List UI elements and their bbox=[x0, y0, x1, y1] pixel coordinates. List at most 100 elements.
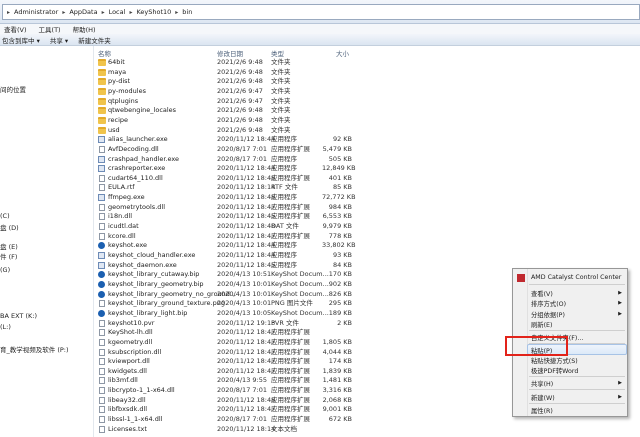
column-name[interactable]: 名称 bbox=[98, 48, 111, 58]
context-menu-item[interactable]: 排序方式(O) bbox=[531, 299, 566, 308]
file-name: crashreporter.exe bbox=[108, 164, 166, 173]
file-row[interactable]: icudtl.dat 2020/11/12 18:48 DAT 文件 9,979 KB bbox=[94, 222, 640, 231]
breadcrumb-item[interactable]: Administrator bbox=[14, 8, 58, 16]
file-name: cudart64_110.dll bbox=[108, 173, 163, 182]
include-in-library-button[interactable]: 包含到库中 ▾ bbox=[2, 35, 40, 45]
file-size: 1,481 KB bbox=[322, 376, 352, 385]
column-size[interactable]: 大小 bbox=[336, 48, 349, 58]
file-row[interactable]: i18n.dll 2020/11/12 18:45 应用程序扩展 6,553 KB bbox=[94, 212, 640, 221]
file-row[interactable]: usd 2021/2/6 9:48 文件夹 bbox=[94, 126, 640, 135]
nav-item[interactable]: 盘 (D) bbox=[0, 222, 19, 232]
file-size: 3,316 KB bbox=[322, 386, 352, 395]
file-type: 应用程序扩展 bbox=[271, 144, 310, 153]
file-date: 2020/11/12 18:48 bbox=[217, 395, 276, 404]
file-row[interactable]: ffmpeg.exe 2020/11/12 18:48 应用程序 72,772 KB bbox=[94, 193, 640, 202]
nav-item[interactable]: (G) bbox=[0, 266, 10, 274]
file-date: 2020/8/17 7:01 bbox=[217, 386, 267, 395]
new-folder-button[interactable]: 新建文件夹 bbox=[78, 35, 111, 45]
file-row[interactable]: 64bit 2021/2/6 9:48 文件夹 bbox=[94, 58, 640, 67]
file-row[interactable]: keyshot_cloud_handler.exe 2020/11/12 18:4… bbox=[94, 251, 640, 260]
file-type: 应用程序 bbox=[271, 193, 297, 202]
file-size: 778 KB bbox=[328, 231, 352, 240]
file-row[interactable]: qtplugins 2021/2/6 9:47 文件夹 bbox=[94, 97, 640, 106]
file-size: 2 KB bbox=[337, 318, 352, 327]
file-row[interactable]: crashreporter.exe 2020/11/12 18:44 应用程序 12,… bbox=[94, 164, 640, 173]
menu-item[interactable]: 查看(V) bbox=[4, 24, 27, 34]
breadcrumb-arrow[interactable]: ▸ bbox=[175, 9, 178, 16]
breadcrumb-item[interactable]: bin bbox=[182, 8, 192, 16]
breadcrumb-arrow[interactable]: ▸ bbox=[7, 9, 10, 16]
nav-item[interactable]: 育_教学视频及软件 (P:) bbox=[0, 344, 69, 354]
file-date: 2020/8/17 7:01 bbox=[217, 415, 267, 424]
file-row[interactable]: py-dist 2021/2/6 9:48 文件夹 bbox=[94, 77, 640, 86]
file-row[interactable]: alias_launcher.exe 2020/11/12 18:44 应用程序 92… bbox=[94, 135, 640, 144]
context-menu-item[interactable]: 极速PDF转Word bbox=[531, 366, 578, 375]
file-row[interactable]: crashpad_handler.exe 2020/8/17 7:01 应用程序 50… bbox=[94, 155, 640, 164]
context-menu-item[interactable]: 分组依据(P) bbox=[531, 310, 565, 319]
submenu-arrow-icon: ▶ bbox=[618, 290, 622, 296]
context-menu-item[interactable]: 查看(V) bbox=[531, 289, 553, 298]
file-type: 应用程序扩展 bbox=[271, 386, 310, 395]
file-type: 应用程序扩展 bbox=[271, 212, 310, 221]
menu-item[interactable]: 帮助(H) bbox=[73, 24, 96, 34]
file-size: 2,068 KB bbox=[322, 395, 352, 404]
file-size: 189 KB bbox=[328, 308, 352, 317]
file-row[interactable]: Licenses.txt 2020/11/12 18:14 文本文档 bbox=[94, 425, 640, 434]
nav-item[interactable]: BA EXT (K:) bbox=[0, 312, 37, 320]
file-row[interactable]: qtwebengine_locales 2021/2/6 9:48 文件夹 bbox=[94, 106, 640, 115]
file-date: 2021/2/6 9:48 bbox=[217, 67, 263, 76]
file-date: 2020/11/12 18:48 bbox=[217, 193, 276, 202]
context-menu-item[interactable]: 刷新(E) bbox=[531, 320, 553, 329]
nav-item[interactable]: 件 (F) bbox=[0, 251, 17, 261]
file-type: DAT 文件 bbox=[271, 222, 299, 231]
breadcrumb-arrow[interactable]: ▸ bbox=[62, 9, 65, 16]
file-size: 12,849 KB bbox=[322, 164, 356, 173]
nav-item[interactable]: (C) bbox=[0, 212, 10, 220]
file-type: 应用程序扩展 bbox=[271, 366, 310, 375]
file-row[interactable]: kcore.dll 2020/11/12 18:47 应用程序扩展 778 KB bbox=[94, 232, 640, 241]
file-size: 174 KB bbox=[328, 357, 352, 366]
file-icon bbox=[99, 319, 105, 327]
file-row[interactable]: AvfDecoding.dll 2020/8/17 7:01 应用程序扩展 5,479… bbox=[94, 145, 640, 154]
file-row[interactable]: cudart64_110.dll 2020/11/12 18:48 应用程序扩展 40… bbox=[94, 174, 640, 183]
file-type: 应用程序扩展 bbox=[271, 405, 310, 414]
context-menu-item[interactable]: 属性(R) bbox=[531, 406, 553, 415]
context-menu-item[interactable]: 新建(W) bbox=[531, 393, 555, 402]
file-date: 2020/4/13 10:01 bbox=[217, 299, 272, 308]
file-date: 2020/11/12 18:44 bbox=[217, 241, 276, 250]
breadcrumb-item[interactable]: KeyShot10 bbox=[136, 8, 171, 16]
application-icon bbox=[98, 165, 105, 173]
menu-item[interactable]: 工具(T) bbox=[39, 24, 61, 34]
breadcrumb-item[interactable]: Local bbox=[109, 8, 126, 16]
file-row[interactable]: recipe 2021/2/6 9:48 文件夹 bbox=[94, 116, 640, 125]
file-type: 文件夹 bbox=[271, 125, 291, 134]
file-date: 2020/4/13 10:01 bbox=[217, 279, 272, 288]
breadcrumb-arrow[interactable]: ▸ bbox=[129, 9, 132, 16]
share-button[interactable]: 共享 ▾ bbox=[50, 35, 68, 45]
column-type[interactable]: 类型 bbox=[271, 48, 284, 58]
breadcrumb-item[interactable]: AppData bbox=[69, 8, 97, 16]
file-icon bbox=[99, 232, 105, 240]
file-date: 2021/2/6 9:48 bbox=[217, 106, 263, 115]
file-row[interactable]: keyshot.exe 2020/11/12 18:44 应用程序 33,802 KB bbox=[94, 241, 640, 250]
nav-item[interactable]: 盘 (E) bbox=[0, 241, 18, 251]
file-name: lib3mf.dll bbox=[108, 376, 138, 385]
context-menu-item[interactable]: AMD Catalyst Control Center bbox=[531, 274, 621, 281]
file-row[interactable]: py-modules 2021/2/6 9:47 文件夹 bbox=[94, 87, 640, 96]
context-menu-item[interactable]: 共享(H) bbox=[531, 379, 553, 388]
file-icon bbox=[99, 174, 105, 182]
address-bar[interactable]: ▸ Administrator ▸ AppData ▸ Local ▸ KeyShot10 ▸ b… bbox=[2, 4, 640, 20]
file-icon bbox=[99, 377, 105, 385]
keyshot-icon bbox=[98, 290, 105, 298]
file-row[interactable]: EULA.rtf 2020/11/12 18:14 RTF 文件 85 KB bbox=[94, 183, 640, 192]
column-date[interactable]: 修改日期 bbox=[217, 48, 243, 58]
breadcrumb-arrow[interactable]: ▸ bbox=[102, 9, 105, 16]
context-menu-item[interactable]: 粘贴快捷方式(S) bbox=[531, 356, 578, 365]
nav-item[interactable]: 间的位置 bbox=[0, 84, 26, 94]
file-row[interactable]: maya 2021/2/6 9:48 文件夹 bbox=[94, 68, 640, 77]
nav-item[interactable]: (L:) bbox=[0, 323, 11, 331]
file-row[interactable]: geometrytools.dll 2020/11/12 18:47 应用程序扩展 9… bbox=[94, 203, 640, 212]
file-type: 文本文档 bbox=[271, 424, 297, 433]
file-date: 2020/11/12 18:48 bbox=[217, 222, 276, 231]
file-type: KeyShot Docum... bbox=[271, 279, 329, 288]
